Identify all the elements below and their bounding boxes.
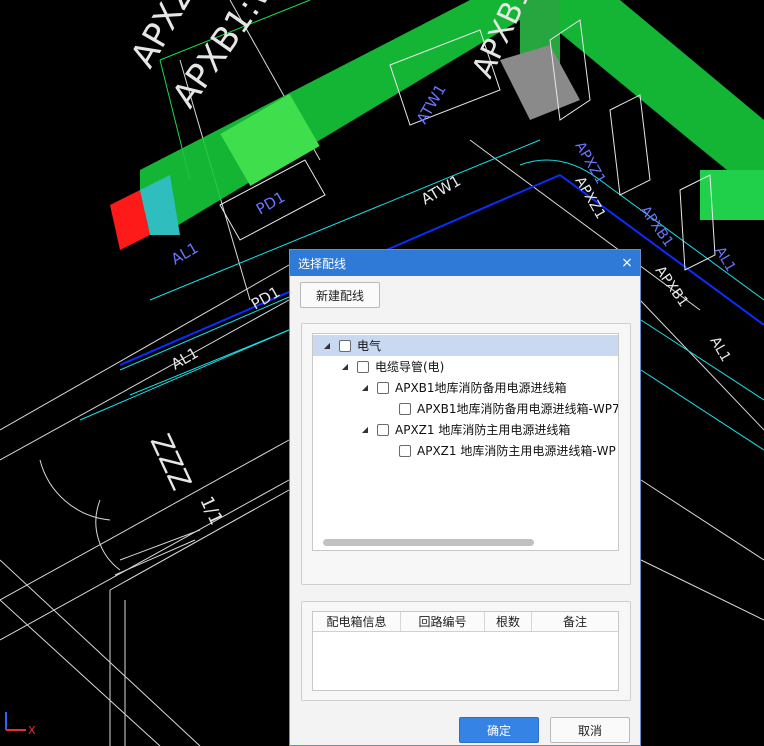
svg-text:APXB1: APXB1 xyxy=(637,203,677,250)
svg-text:ZZZ: ZZZ xyxy=(144,429,198,495)
svg-text:ATW1: ATW1 xyxy=(413,81,450,127)
tree-checkbox[interactable] xyxy=(399,444,411,457)
tree-item-label: APXZ1 地库消防主用电源进线箱-WP xyxy=(417,444,616,458)
tree-checkbox[interactable] xyxy=(399,402,411,415)
svg-text:AL1: AL1 xyxy=(168,239,201,269)
svg-text:AL1: AL1 xyxy=(168,344,201,374)
close-icon[interactable]: × xyxy=(614,250,640,276)
wiring-tree-group: ◢ 电气 ◢ 电缆导管(电) ◢ APXB1地库消防备用电源进线箱 APXB1地… xyxy=(301,323,631,585)
svg-text:PD1: PD1 xyxy=(253,188,288,219)
dialog-title: 选择配线 xyxy=(298,256,347,271)
tree-checkbox[interactable] xyxy=(357,360,369,373)
tree-item-apxz1-wp[interactable]: APXZ1 地库消防主用电源进线箱-WP xyxy=(399,440,616,461)
column-header[interactable]: 根数 xyxy=(485,612,532,631)
svg-text:AL1: AL1 xyxy=(707,334,734,365)
table-header: 配电箱信息 回路编号 根数 备注 xyxy=(313,612,618,632)
axis-indicator-icon: X xyxy=(5,712,36,737)
collapse-icon[interactable]: ◢ xyxy=(359,383,371,392)
collapse-icon[interactable]: ◢ xyxy=(359,425,371,434)
wiring-tree[interactable]: ◢ 电气 ◢ 电缆导管(电) ◢ APXB1地库消防备用电源进线箱 APXB1地… xyxy=(312,333,619,551)
horizontal-scrollbar[interactable] xyxy=(323,539,534,546)
tree-item-label: APXB1地库消防备用电源进线箱 xyxy=(395,381,567,395)
tree-item-label: APXZ1 地库消防主用电源进线箱 xyxy=(395,423,571,437)
tree-item-apxz1-box[interactable]: ◢ APXZ1 地库消防主用电源进线箱 xyxy=(359,419,570,440)
select-wiring-dialog: 选择配线 × 新建配线 ◢ 电气 ◢ 电缆导管(电) ◢ APXB1地库消防备用… xyxy=(289,249,641,746)
column-header[interactable]: 配电箱信息 xyxy=(313,612,401,631)
column-header[interactable]: 备注 xyxy=(532,612,618,631)
svg-text:X: X xyxy=(28,724,36,737)
tree-item-electrical[interactable]: ◢ 电气 xyxy=(313,335,618,356)
collapse-icon[interactable]: ◢ xyxy=(339,362,351,371)
tree-item-label: APXB1地库消防备用电源进线箱-WP7 xyxy=(417,402,619,416)
tree-item-apxb1-wp7[interactable]: APXB1地库消防备用电源进线箱-WP7 xyxy=(399,398,619,419)
tree-item-apxb1-box[interactable]: ◢ APXB1地库消防备用电源进线箱 xyxy=(359,377,567,398)
svg-text:PD1: PD1 xyxy=(248,283,283,314)
svg-text:ATW1: ATW1 xyxy=(418,172,464,209)
svg-text:1/1: 1/1 xyxy=(195,493,226,528)
tree-checkbox[interactable] xyxy=(377,423,389,436)
column-header[interactable]: 回路编号 xyxy=(401,612,485,631)
tree-item-label: 电缆导管(电) xyxy=(375,360,445,374)
tree-item-label: 电气 xyxy=(357,339,382,353)
collapse-icon[interactable]: ◢ xyxy=(321,341,333,350)
wiring-info-table: 配电箱信息 回路编号 根数 备注 xyxy=(312,611,619,691)
cancel-button[interactable]: 取消 xyxy=(550,717,630,743)
tree-item-cable-conduit[interactable]: ◢ 电缆导管(电) xyxy=(339,356,444,377)
wiring-info-group: 配电箱信息 回路编号 根数 备注 xyxy=(301,601,631,701)
new-wiring-button[interactable]: 新建配线 xyxy=(300,282,380,308)
svg-text:AL1: AL1 xyxy=(712,244,739,275)
ok-button[interactable]: 确定 xyxy=(459,717,539,743)
dialog-titlebar: 选择配线 × xyxy=(290,250,640,276)
tree-checkbox[interactable] xyxy=(339,339,351,352)
tree-checkbox[interactable] xyxy=(377,381,389,394)
